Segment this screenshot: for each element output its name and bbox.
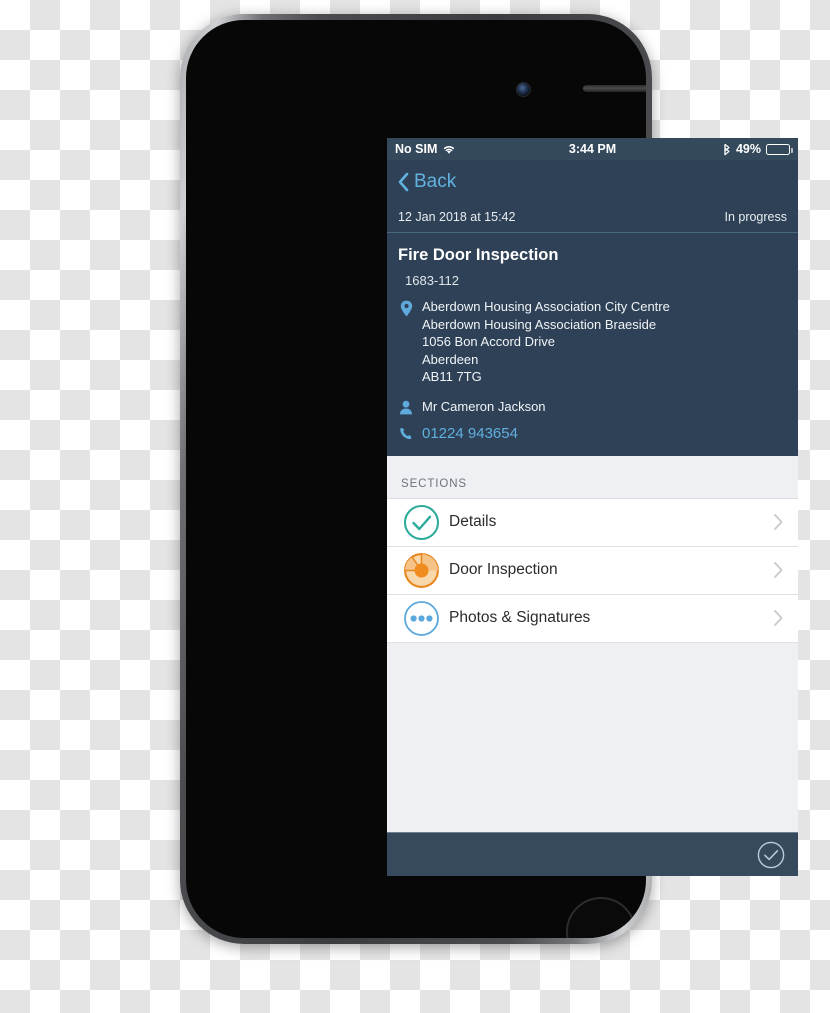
status-bar-clock: 3:44 PM — [568, 142, 617, 156]
person-icon — [398, 398, 414, 415]
back-button[interactable]: Back — [397, 171, 456, 193]
address-line-4: Aberdeen — [422, 351, 479, 367]
chevron-left-icon — [397, 172, 409, 192]
job-reference: 1683-112 — [405, 273, 459, 288]
chevron-right-icon — [773, 609, 787, 627]
home-button[interactable] — [566, 897, 636, 938]
status-bar-right: 49% — [616, 142, 793, 156]
sections-list: Details Door Inspection Photos & Signatu… — [387, 497, 798, 643]
earpiece-speaker-icon — [583, 85, 646, 92]
navigation-bar: Back — [387, 160, 798, 203]
contact-block: Mr Cameron Jackson — [387, 386, 798, 416]
phone-screen: No SIM 3:44 PM 49% Back 12 Jan 2018 at 1… — [387, 138, 798, 876]
wifi-icon — [442, 144, 456, 155]
complete-job-button[interactable] — [757, 841, 785, 869]
map-pin-icon — [398, 298, 414, 317]
sections-area: SECTIONS Details Door Inspection Photos … — [387, 455, 798, 832]
iphone-mockup-frame: No SIM 3:44 PM 49% Back 12 Jan 2018 at 1… — [180, 14, 798, 944]
section-row-details[interactable]: Details — [387, 498, 798, 547]
section-label: Door Inspection — [449, 561, 558, 579]
bottom-toolbar — [387, 832, 798, 876]
job-title: Fire Door Inspection — [398, 246, 559, 264]
section-label: Photos & Signatures — [449, 609, 591, 627]
phone-handset-icon — [398, 425, 414, 441]
back-button-label: Back — [414, 170, 457, 192]
bluetooth-icon — [723, 143, 731, 156]
job-datetime: 12 Jan 2018 at 15:42 — [398, 210, 516, 224]
status-bar-left: No SIM — [395, 142, 569, 156]
section-label: Details — [449, 513, 497, 531]
battery-tip — [790, 147, 793, 153]
status-bar: No SIM 3:44 PM 49% — [387, 138, 798, 160]
address-block[interactable]: Aberdown Housing Association City Centre… — [387, 288, 798, 386]
screenshot-canvas: No SIM 3:44 PM 49% Back 12 Jan 2018 at 1… — [0, 0, 830, 1013]
battery-percent-label: 49% — [735, 142, 761, 156]
job-meta-row: 12 Jan 2018 at 15:42 In progress — [387, 203, 798, 233]
battery-icon — [766, 143, 793, 155]
chevron-right-icon — [773, 561, 787, 579]
contact-name: Mr Cameron Jackson — [422, 398, 546, 414]
ellipsis-circle-icon — [403, 600, 443, 637]
chevron-right-icon — [773, 513, 787, 531]
job-detail-header: 12 Jan 2018 at 15:42 In progress Fire Do… — [387, 203, 798, 456]
address-line-2: Aberdown Housing Association Braeside — [422, 316, 657, 332]
job-status-label: In progress — [724, 210, 787, 224]
section-row-door-inspection[interactable]: Door Inspection — [387, 546, 798, 595]
sections-header-label: SECTIONS — [401, 477, 467, 490]
check-circle-icon — [403, 504, 443, 541]
section-row-photos-signatures[interactable]: Photos & Signatures — [387, 594, 798, 643]
address-line-3: 1056 Bon Accord Drive — [422, 334, 555, 350]
address-line-5: AB11 7TG — [422, 369, 482, 385]
phone-number-link[interactable]: 01224 943654 — [422, 425, 518, 442]
phone-block[interactable]: 01224 943654 — [387, 416, 798, 442]
address-lines: Aberdown Housing Association City Centre… — [422, 298, 670, 386]
front-camera-icon — [517, 83, 530, 96]
pie-progress-icon — [403, 552, 443, 589]
carrier-label: No SIM — [395, 142, 438, 156]
address-line-1: Aberdown Housing Association City Centre — [422, 299, 670, 314]
check-circle-outline-icon — [757, 841, 785, 868]
